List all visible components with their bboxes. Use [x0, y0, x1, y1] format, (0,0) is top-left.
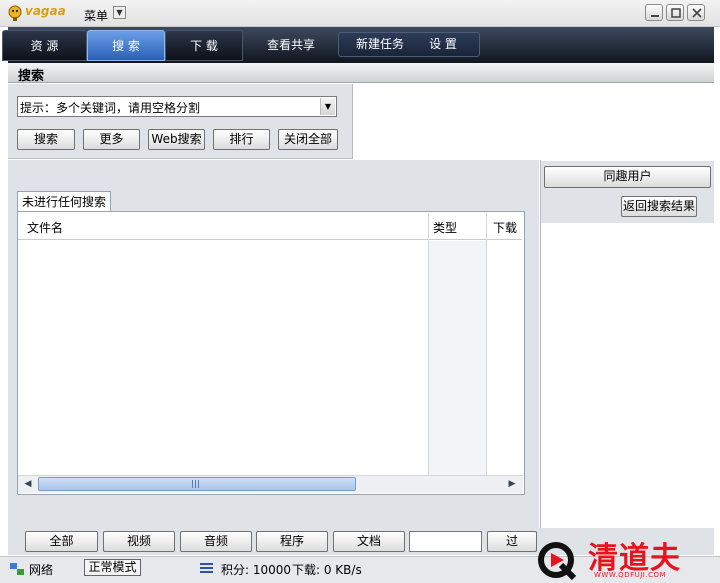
watermark-logo-icon [538, 542, 577, 581]
return-to-results-button[interactable]: 返回搜索结果 [621, 196, 697, 217]
filter-video-button[interactable]: 视频 [103, 531, 175, 552]
tab-search[interactable]: 搜 索 [87, 30, 165, 61]
filter-input[interactable] [409, 531, 482, 552]
menu-button[interactable]: 菜单 [84, 7, 108, 24]
app-logo-text: vagaa [25, 4, 66, 18]
column-type[interactable]: 类型 [433, 219, 457, 236]
maximize-button[interactable] [666, 4, 684, 21]
filter-document-button[interactable]: 文档 [333, 531, 405, 552]
download-speed-status: 下载: 0 KB/s [292, 563, 362, 577]
close-icon [692, 8, 702, 18]
column-divider[interactable] [428, 213, 429, 475]
column-divider[interactable] [486, 213, 487, 475]
info-panel [354, 84, 714, 159]
scrollbar-grip [192, 480, 200, 488]
search-input[interactable]: 提示：多个关键词，请用空格分割 [20, 99, 200, 116]
tab-view-share[interactable]: 查看共享 [245, 30, 337, 61]
filter-program-button[interactable]: 程序 [256, 531, 328, 552]
maximize-icon [671, 8, 681, 18]
watermark-url: WWW.QDFUJI.COM [594, 571, 667, 579]
same-interest-users-button[interactable]: 同趣用户 [544, 166, 711, 188]
tab-download[interactable]: 下 载 [165, 30, 243, 61]
column-download[interactable]: 下载 [493, 219, 517, 236]
filter-button[interactable]: 过 [487, 531, 537, 552]
tab-resources[interactable]: 资 源 [2, 30, 87, 61]
result-tab[interactable]: 未进行任何搜索 [17, 191, 111, 212]
vagaa-logo-icon [8, 5, 22, 21]
tab-settings[interactable]: 设 置 [418, 32, 468, 57]
ranking-button[interactable]: 排行 [213, 129, 270, 150]
scroll-right-icon[interactable]: ▶ [504, 477, 520, 491]
minimize-button[interactable] [645, 4, 663, 21]
stats-icon [200, 563, 213, 574]
minimize-icon [651, 15, 659, 17]
mode-badge[interactable]: 正常模式 [84, 559, 141, 576]
search-button[interactable]: 搜索 [17, 129, 75, 150]
close-all-button[interactable]: 关闭全部 [278, 129, 338, 150]
column-type-shading [429, 241, 486, 475]
web-search-button[interactable]: Web搜索 [148, 129, 205, 150]
close-button[interactable] [687, 4, 705, 21]
section-title: 搜索 [18, 69, 45, 84]
filter-audio-button[interactable]: 音频 [180, 531, 252, 552]
network-status: 网络 [29, 563, 54, 577]
section-header [8, 63, 714, 83]
points-status: 积分: 10000 [221, 563, 292, 577]
scroll-left-icon[interactable]: ◀ [20, 477, 36, 491]
filter-all-button[interactable]: 全部 [25, 531, 98, 552]
chevron-down-icon[interactable]: ▼ [320, 98, 335, 115]
tab-new-task[interactable]: 新建任务 [350, 32, 410, 57]
column-filename[interactable]: 文件名 [27, 219, 63, 236]
menu-dropdown-icon[interactable]: ▼ [113, 6, 126, 19]
network-icon [10, 563, 24, 575]
more-button[interactable]: 更多 [83, 129, 140, 150]
